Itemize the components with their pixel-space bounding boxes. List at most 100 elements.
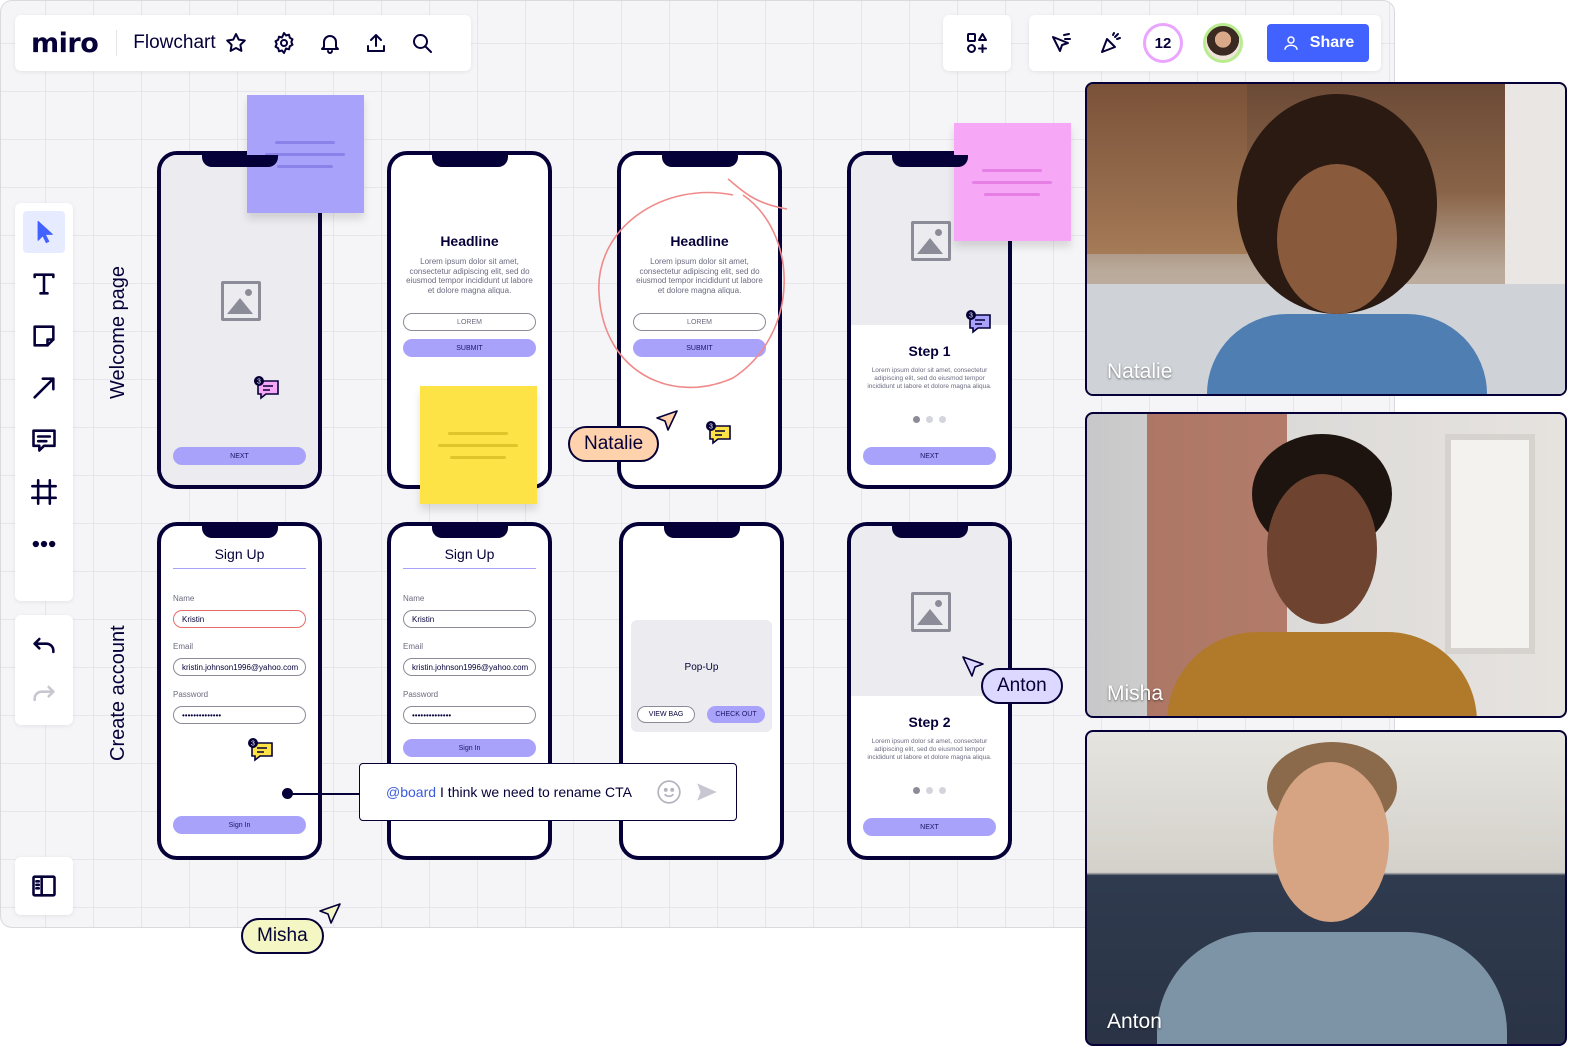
comment-input[interactable]: @board I think we need to rename CTA (359, 763, 737, 821)
name-label: Name (403, 594, 425, 603)
sticky-note-pink[interactable] (954, 123, 1071, 241)
apps-button[interactable] (943, 15, 1011, 71)
phone-notch (201, 526, 278, 538)
lorem-input[interactable]: LOREM (403, 313, 536, 331)
password-label: Password (403, 690, 439, 699)
cursor-icon[interactable] (1043, 25, 1079, 61)
phone-notch (431, 155, 508, 167)
red-circle-annotation[interactable] (593, 173, 803, 393)
phone-notch (663, 526, 740, 538)
image-placeholder-icon (911, 221, 951, 261)
comment-icon[interactable] (23, 419, 65, 461)
sign-in-button[interactable]: Sign In (173, 816, 306, 834)
phone-notch (891, 155, 968, 167)
next-button[interactable]: NEXT (863, 447, 996, 465)
image-placeholder-icon (911, 592, 951, 632)
comment-pin-icon[interactable]: 3 (247, 737, 275, 763)
person-face (1277, 164, 1397, 314)
comment-anchor[interactable] (282, 788, 293, 799)
user-icon (1284, 36, 1298, 50)
select-tool-icon[interactable] (23, 211, 65, 253)
collaborator-count-badge[interactable]: 12 (1143, 23, 1183, 63)
comment-connector (287, 793, 359, 795)
app-root: miro Flowchart 12 Share Welcome page Cre… (0, 0, 1596, 1064)
comment-pin-icon[interactable]: 3 (705, 420, 733, 446)
redo-icon[interactable] (23, 673, 65, 715)
send-icon[interactable] (694, 779, 720, 805)
popup-title: Pop-Up (684, 662, 719, 673)
person-shirt (1207, 314, 1487, 394)
step-title: Step 1 (908, 343, 951, 359)
pagination-dots (851, 416, 1008, 423)
video-tile-anton[interactable]: Anton (1085, 730, 1567, 1046)
cursor-label-misha: Misha (241, 918, 324, 954)
name-field[interactable]: Kristin (173, 610, 306, 628)
settings-icon[interactable] (266, 25, 302, 61)
row-label-welcome: Welcome page (107, 265, 129, 399)
name-field[interactable]: Kristin (403, 610, 536, 628)
phone-notch (891, 526, 968, 538)
cursor-label-anton: Anton (981, 668, 1063, 704)
avatar[interactable] (1203, 23, 1243, 63)
emoji-icon[interactable] (656, 779, 682, 805)
comment-count: 3 (709, 424, 713, 431)
check-out-button[interactable]: CHECK OUT (707, 706, 765, 723)
person-face (1267, 474, 1377, 624)
submit-button[interactable]: SUBMIT (403, 339, 536, 357)
reactions-icon[interactable] (1093, 25, 1129, 61)
step-title: Step 2 (908, 714, 951, 730)
video-tile-misha[interactable]: Misha (1085, 412, 1567, 718)
tools-panel (15, 203, 73, 601)
next-button[interactable]: NEXT (863, 818, 996, 836)
mention-tag[interactable]: @board (386, 784, 436, 800)
star-icon[interactable] (218, 25, 254, 61)
share-label: Share (1309, 34, 1355, 51)
next-button[interactable]: NEXT (173, 447, 306, 465)
password-label: Password (173, 690, 209, 699)
sticky-note-yellow[interactable] (420, 386, 537, 504)
cursor-natalie-icon (656, 410, 678, 431)
name-label: Name (173, 594, 195, 603)
sticky-note-purple[interactable] (247, 95, 364, 213)
miro-logo: miro (31, 27, 99, 59)
email-field[interactable]: kristin.johnson1996@yahoo.com (173, 658, 306, 676)
pagination-dots (851, 787, 1008, 794)
cursor-label-natalie: Natalie (568, 426, 660, 462)
more-icon[interactable] (23, 523, 65, 565)
undo-icon[interactable] (23, 625, 65, 667)
phone-signup-1[interactable]: Sign Up Name Kristin Email kristin.johns… (157, 522, 322, 860)
upload-icon[interactable] (358, 25, 394, 61)
sidebar-icon[interactable] (23, 865, 65, 907)
board-title[interactable]: Flowchart (133, 32, 215, 54)
email-field[interactable]: kristin.johnson1996@yahoo.com (403, 658, 536, 676)
arrow-icon[interactable] (23, 367, 65, 409)
phone-notch (661, 155, 738, 167)
text-tool-icon[interactable] (23, 263, 65, 305)
frame-icon[interactable] (23, 471, 65, 513)
video-name-natalie: Natalie (1107, 360, 1173, 383)
comment-count: 3 (251, 741, 255, 748)
comment-pin-icon[interactable]: 3 (253, 375, 281, 401)
popup-dialog: Pop-Up VIEW BAG CHECK OUT (631, 620, 772, 732)
sidebar-toggle[interactable] (15, 857, 73, 915)
sticky-note-icon[interactable] (23, 315, 65, 357)
signup-title: Sign Up (403, 546, 536, 569)
video-name-misha: Misha (1107, 682, 1164, 705)
apps-icon[interactable] (959, 25, 995, 61)
person-face (1273, 762, 1389, 922)
sign-in-button[interactable]: Sign In (403, 739, 536, 757)
share-button[interactable]: Share (1267, 24, 1369, 62)
comment-text: I think we need to rename CTA (440, 784, 632, 800)
bell-icon[interactable] (312, 25, 348, 61)
board-header: miro Flowchart (15, 15, 471, 71)
comment-count: 3 (257, 379, 261, 386)
image-placeholder-icon (221, 281, 261, 321)
password-field[interactable]: •••••••••••••• (403, 706, 536, 724)
password-field[interactable]: •••••••••••••• (173, 706, 306, 724)
comment-pin-icon[interactable]: 3 (965, 309, 993, 335)
video-background (1445, 434, 1535, 654)
step-text: Lorem ipsum dolor sit amet, consectetur … (867, 738, 992, 761)
video-tile-natalie[interactable]: Natalie (1085, 82, 1567, 396)
search-icon[interactable] (404, 25, 440, 61)
view-bag-button[interactable]: VIEW BAG (637, 706, 695, 723)
